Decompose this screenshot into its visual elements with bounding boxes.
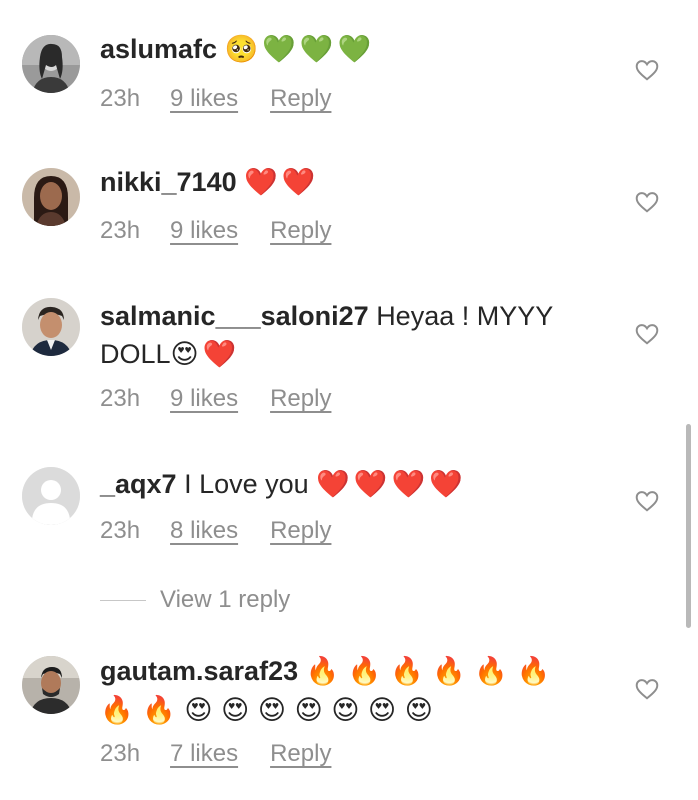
heart-eyes-emoji: 😍 (170, 339, 203, 370)
comment-emojis: 😍❤️ (171, 339, 241, 370)
like-comment-button[interactable] (634, 488, 660, 514)
comment-username[interactable]: gautam.saraf23 (100, 656, 298, 686)
comment-time: 23h (100, 740, 141, 767)
comment-likes-link[interactable]: 7 likes (170, 740, 238, 768)
comment-text: aslumafc 🥺💚💚💚 (100, 30, 600, 69)
comment-username[interactable]: _aqx7 (100, 469, 177, 499)
comment-text: salmanic___saloni27 Heyaa ! MYYY DOLL😍❤️ (100, 297, 600, 374)
woman-portrait-avatar-icon (22, 168, 80, 226)
red-heart-emoji: ❤️ (244, 167, 282, 198)
comment-text: _aqx7 I Love you ❤️❤️❤️❤️ (100, 465, 600, 504)
man-portrait-avatar-icon (22, 656, 80, 714)
comment-meta: 23h 9 likes Reply (100, 85, 331, 113)
heart-outline-icon (635, 679, 659, 700)
comment-likes-link[interactable]: 9 likes (170, 85, 238, 113)
comment-emojis: 🥺💚💚💚 (225, 34, 376, 65)
comment-meta: 23h 7 likes Reply (100, 740, 331, 768)
avatar[interactable] (22, 656, 80, 714)
reply-thread-line (100, 600, 146, 602)
red-heart-emoji: ❤️ (316, 469, 354, 500)
red-heart-emoji: ❤️ (391, 469, 430, 500)
pleading-face-emoji: 🥺 (224, 34, 263, 65)
like-comment-button[interactable] (634, 57, 660, 83)
comment-meta: 23h 9 likes Reply (100, 385, 331, 413)
comment-text: gautam.saraf23 🔥 🔥 🔥 🔥 🔥 🔥 🔥 🔥 😍 😍 😍 😍 😍… (100, 652, 600, 730)
view-replies-label: View 1 reply (160, 586, 291, 613)
comment-username[interactable]: aslumafc (100, 34, 217, 64)
avatar[interactable] (22, 168, 80, 226)
avatar[interactable] (22, 467, 80, 525)
comment-username[interactable]: salmanic___saloni27 (100, 301, 369, 331)
reply-button[interactable]: Reply (270, 85, 331, 113)
comment-likes-link[interactable]: 9 likes (170, 217, 238, 245)
reply-button[interactable]: Reply (270, 385, 331, 413)
comment-time: 23h (100, 85, 141, 112)
avatar[interactable] (22, 35, 80, 93)
green-heart-emoji: 💚 (262, 34, 300, 65)
reply-button[interactable]: Reply (270, 217, 331, 245)
scrollbar-thumb[interactable] (686, 424, 691, 628)
like-comment-button[interactable] (634, 676, 660, 702)
comment-emojis: ❤️❤️❤️❤️ (316, 469, 467, 500)
comment-emojis-line1: 🔥 🔥 🔥 🔥 🔥 🔥 (305, 656, 551, 687)
comment-meta: 23h 8 likes Reply (100, 517, 331, 545)
like-comment-button[interactable] (634, 189, 660, 215)
red-heart-emoji: ❤️ (202, 339, 241, 370)
comment-likes-link[interactable]: 9 likes (170, 385, 238, 413)
comment-meta: 23h 9 likes Reply (100, 217, 331, 245)
green-heart-emoji: 💚 (337, 34, 376, 65)
avatar[interactable] (22, 298, 80, 356)
comment-likes-link[interactable]: 8 likes (170, 517, 238, 545)
red-heart-emoji: ❤️ (429, 469, 467, 500)
red-heart-emoji: ❤️ (281, 167, 320, 198)
heart-outline-icon (635, 60, 659, 81)
heart-outline-icon (635, 192, 659, 213)
default-user-avatar-icon (22, 467, 80, 525)
man-portrait-avatar-icon (22, 298, 80, 356)
heart-outline-icon (635, 491, 659, 512)
comment-username[interactable]: nikki_7140 (100, 167, 237, 197)
comment-text: nikki_7140 ❤️❤️ (100, 163, 600, 202)
comment-body: I Love you (184, 469, 309, 499)
view-replies-button[interactable]: View 1 reply (100, 586, 290, 614)
reply-button[interactable]: Reply (270, 740, 331, 768)
green-heart-emoji: 💚 (299, 34, 338, 65)
woman-portrait-avatar-icon (22, 35, 80, 93)
comment-time: 23h (100, 217, 141, 244)
red-heart-emoji: ❤️ (353, 469, 392, 500)
comment-emojis-line2: 🔥 🔥 😍 😍 😍 😍 😍 😍 😍 (100, 695, 433, 726)
like-comment-button[interactable] (634, 321, 660, 347)
comment-time: 23h (100, 385, 141, 412)
reply-button[interactable]: Reply (270, 517, 331, 545)
comment-time: 23h (100, 517, 141, 544)
comment-emojis: ❤️❤️ (244, 167, 319, 198)
heart-outline-icon (635, 324, 659, 345)
